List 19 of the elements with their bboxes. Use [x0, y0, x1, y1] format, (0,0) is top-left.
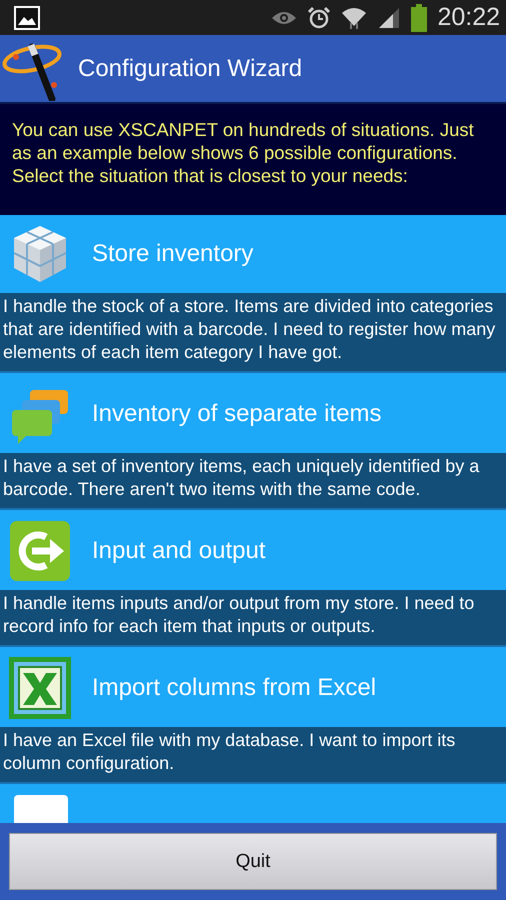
option-title: Inventory of separate items: [92, 400, 382, 428]
image-icon: [14, 6, 40, 30]
intro-text: You can use XSCANPET on hundreds of situations. Just as an example below shows 6 possible configurations. Select the situation that is closest to your needs:: [0, 104, 506, 215]
signal-icon: [377, 6, 402, 30]
alarm-icon: [307, 6, 332, 30]
option-description: I handle items inputs and/or output from my store. I need to record info for each item that inputs or outputs.: [0, 590, 506, 647]
option-title: Import columns from Excel: [92, 674, 376, 702]
spreadsheet-icon: [8, 656, 72, 720]
quit-button[interactable]: Quit: [9, 833, 497, 890]
clock-time: 20:22: [437, 3, 500, 32]
battery-icon: [411, 4, 428, 32]
eye-icon: [271, 10, 298, 26]
option-description: I handle the stock of a store. Items are divided into categories that are identified with a barcode. I need to register how many elements of each item category I have got.: [0, 293, 506, 373]
option-title: Input and output: [92, 537, 266, 565]
option-description: I have a set of inventory items, each uniquely identified by a barcode. There aren't two items with the same code.: [0, 453, 506, 510]
option-title: Store inventory: [92, 240, 254, 268]
wifi-icon: [341, 6, 368, 30]
app-title: Configuration Wizard: [78, 54, 302, 82]
option-description: I have an Excel file with my database. I want to import its column configuration.: [0, 727, 506, 784]
